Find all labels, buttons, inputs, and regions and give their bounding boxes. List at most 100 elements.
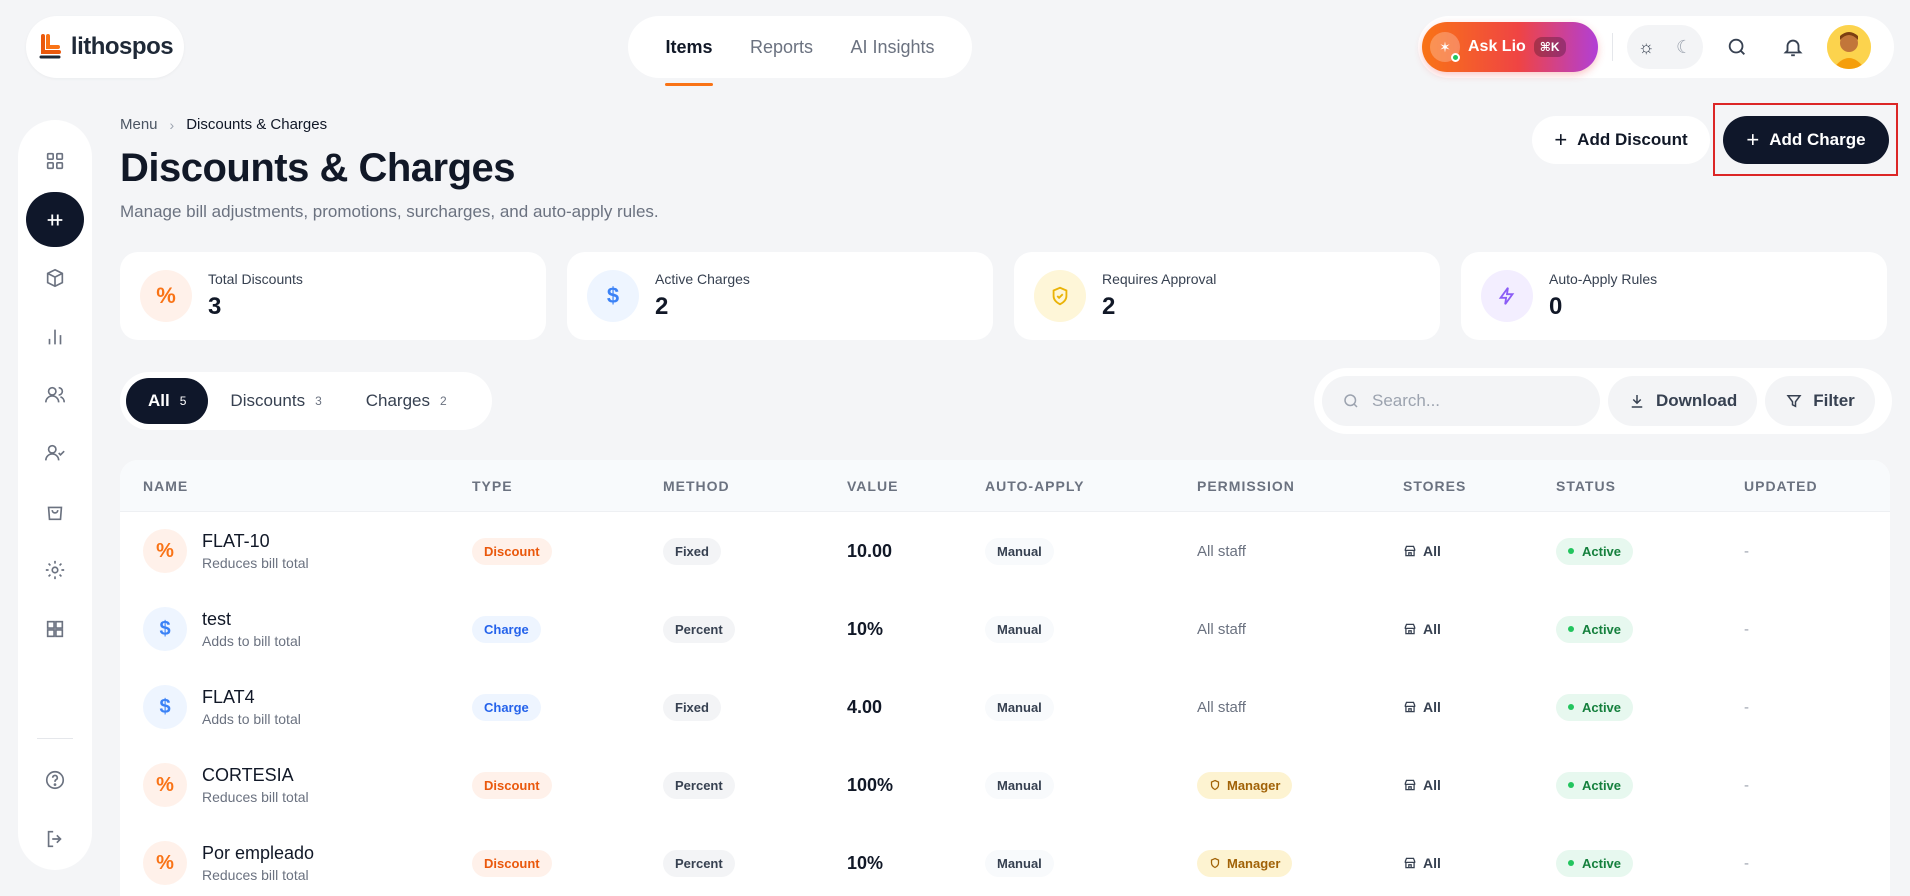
- table-row[interactable]: $ FLAT4 Adds to bill total Charge Fixed …: [120, 668, 1890, 746]
- status-cell: Active: [1556, 746, 1634, 824]
- table-toolbar: Download Filter: [1314, 368, 1892, 434]
- table-row[interactable]: $ test Adds to bill total Charge Percent…: [120, 590, 1890, 668]
- notifications-button[interactable]: [1771, 25, 1815, 69]
- column-header-updated[interactable]: UPDATED: [1744, 478, 1818, 494]
- download-button[interactable]: Download: [1608, 376, 1758, 426]
- status-cell: Active: [1556, 668, 1634, 746]
- item-name[interactable]: CORTESIA: [202, 765, 309, 786]
- sidebar-item-apps[interactable]: [26, 602, 84, 656]
- method-badge: Fixed: [663, 693, 721, 721]
- column-header-auto-apply[interactable]: AUTO-APPLY: [985, 478, 1084, 494]
- tab-reports[interactable]: Reports: [750, 16, 813, 78]
- status-badge: Active: [1556, 849, 1634, 877]
- search-icon: [1344, 394, 1358, 408]
- filter-button[interactable]: Filter: [1765, 376, 1875, 426]
- shield-icon: [1210, 857, 1220, 869]
- type-cell: Discount: [472, 512, 552, 590]
- table-row[interactable]: % CORTESIA Reduces bill total Discount P…: [120, 746, 1890, 824]
- column-header-value[interactable]: VALUE: [847, 478, 898, 494]
- stores-cell: All: [1403, 746, 1441, 824]
- table-header: NAME TYPE METHOD VALUE AUTO-APPLY PERMIS…: [120, 460, 1890, 512]
- lio-avatar-icon: ✶: [1430, 32, 1460, 62]
- updated-text: -: [1744, 854, 1749, 872]
- name-cell: % FLAT-10 Reduces bill total: [143, 512, 309, 590]
- sidebar-item-orders[interactable]: [26, 485, 84, 539]
- column-header-status[interactable]: STATUS: [1556, 478, 1616, 494]
- gear-icon: [45, 561, 65, 580]
- sidebar-item-customers[interactable]: [26, 368, 84, 422]
- column-header-type[interactable]: TYPE: [472, 478, 513, 494]
- table-row[interactable]: % Por empleado Reduces bill total Discou…: [120, 824, 1890, 896]
- item-name[interactable]: FLAT-10: [202, 531, 309, 552]
- value-text: 10%: [847, 852, 884, 873]
- auto-apply-cell: Manual: [985, 824, 1054, 896]
- column-header-name[interactable]: NAME: [143, 478, 188, 494]
- tab-ai-insights[interactable]: AI Insights: [850, 16, 934, 78]
- bar-chart-icon: [48, 329, 62, 344]
- value-cell: 10%: [847, 824, 883, 896]
- percent-icon: %: [143, 841, 187, 885]
- filter-tab-charges[interactable]: Charges 2: [344, 378, 469, 424]
- apps-icon: [46, 620, 64, 638]
- type-cell: Discount: [472, 824, 552, 896]
- table-row[interactable]: % FLAT-10 Reduces bill total Discount Fi…: [120, 512, 1890, 590]
- bell-icon: [1783, 39, 1803, 57]
- column-header-permission[interactable]: PERMISSION: [1197, 478, 1295, 494]
- column-header-method[interactable]: METHOD: [663, 478, 730, 494]
- sun-icon[interactable]: ☼: [1638, 37, 1655, 58]
- value-text: 10%: [847, 618, 884, 639]
- sidebar-item-staff[interactable]: [26, 426, 84, 480]
- brand-name: lithospos: [70, 33, 174, 60]
- item-description: Reduces bill total: [202, 867, 309, 883]
- method-cell: Percent: [663, 590, 735, 668]
- filter-tab-discounts[interactable]: Discounts 3: [208, 378, 343, 424]
- sidebar-item-dashboard[interactable]: [26, 134, 84, 188]
- theme-toggle[interactable]: ☼ ☾: [1627, 25, 1703, 69]
- item-name[interactable]: FLAT4: [202, 687, 301, 708]
- method-badge: Fixed: [663, 537, 721, 565]
- breadcrumb-menu[interactable]: Menu: [120, 116, 158, 133]
- header-actions: ✶ Ask Lio ⌘K ☼ ☾: [1418, 16, 1894, 78]
- discounts-table: NAME TYPE METHOD VALUE AUTO-APPLY PERMIS…: [120, 460, 1890, 896]
- sidebar-item-help[interactable]: [26, 753, 84, 807]
- add-discount-button[interactable]: + Add Discount: [1532, 116, 1710, 164]
- sidebar-item-logout[interactable]: [26, 812, 84, 866]
- sidebar-item-inventory[interactable]: [26, 251, 84, 305]
- menu-builder-icon: [47, 214, 63, 226]
- updated-cell: -: [1744, 668, 1749, 746]
- value-cell: 100%: [847, 746, 893, 824]
- page-title: Discounts & Charges: [120, 146, 516, 190]
- filter-tab-all[interactable]: All 5: [126, 378, 209, 424]
- value-text: 4.00: [847, 696, 883, 717]
- value-text: 100%: [847, 774, 894, 795]
- item-name[interactable]: Por empleado: [202, 843, 314, 864]
- sidebar-item-menu[interactable]: [26, 192, 84, 247]
- store-icon: [1404, 779, 1416, 791]
- value-cell: 10%: [847, 590, 883, 668]
- download-icon: [1631, 395, 1643, 408]
- item-name[interactable]: test: [202, 609, 301, 630]
- moon-icon[interactable]: ☾: [1676, 37, 1692, 58]
- filter-tabs: All 5 Discounts 3 Charges 2: [120, 372, 492, 430]
- search-input[interactable]: [1372, 391, 1572, 411]
- search-button[interactable]: [1715, 25, 1759, 69]
- auto-apply-cell: Manual: [985, 746, 1054, 824]
- name-cell: $ FLAT4 Adds to bill total: [143, 668, 301, 746]
- stat-card-active-charges: $ Active Charges 2: [567, 252, 993, 340]
- percent-icon: %: [143, 529, 187, 573]
- sidebar-item-settings[interactable]: [26, 543, 84, 597]
- permission-cell: All staff: [1197, 512, 1246, 590]
- column-header-stores[interactable]: STORES: [1403, 478, 1466, 494]
- top-navigation: Items Reports AI Insights: [628, 16, 972, 86]
- brand-logo[interactable]: lithospos: [26, 16, 184, 78]
- user-avatar[interactable]: [1827, 25, 1871, 69]
- ask-lio-button[interactable]: ✶ Ask Lio ⌘K: [1422, 22, 1598, 72]
- method-cell: Fixed: [663, 668, 721, 746]
- shield-icon: [1034, 270, 1086, 322]
- store-icon: [1404, 623, 1416, 635]
- add-charge-button[interactable]: + Add Charge: [1723, 116, 1889, 164]
- item-description: Reduces bill total: [202, 789, 309, 805]
- sidebar-item-analytics[interactable]: [26, 309, 84, 363]
- tab-items[interactable]: Items: [665, 16, 713, 86]
- stores-cell: All: [1403, 824, 1441, 896]
